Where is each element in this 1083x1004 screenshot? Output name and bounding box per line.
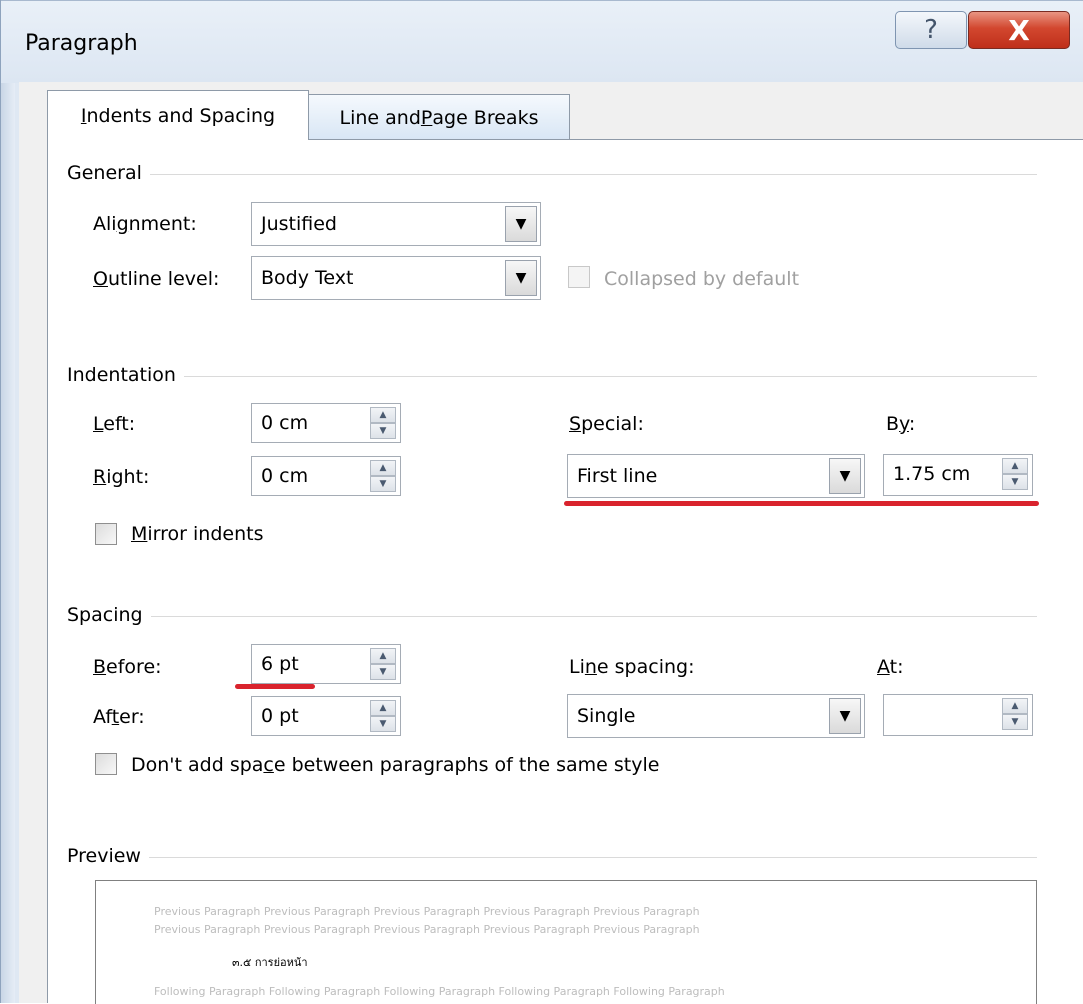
chevron-down-icon[interactable]: ▼ xyxy=(829,458,861,494)
annotation-underline xyxy=(235,684,315,689)
spin-up-icon: ▲ xyxy=(1002,458,1028,474)
preview-previous-paragraph: Previous Paragraph Previous Paragraph Pr… xyxy=(154,905,700,918)
spin-down-icon: ▼ xyxy=(370,716,396,732)
general-section-header: General xyxy=(67,162,1037,186)
close-icon: X xyxy=(1008,13,1030,47)
spin-buttons[interactable]: ▲ ▼ xyxy=(370,648,396,680)
right-indent-label: Right: xyxy=(93,466,150,488)
spin-up-icon: ▲ xyxy=(370,700,396,716)
divider xyxy=(67,174,1037,175)
spin-buttons[interactable]: ▲ ▼ xyxy=(1002,458,1028,490)
chevron-down-icon[interactable]: ▼ xyxy=(505,206,537,242)
after-label: After: xyxy=(93,706,145,728)
dont-add-space-label: Don't add space between paragraphs of th… xyxy=(131,754,660,776)
preview-following-paragraph: Following Paragraph Following Paragraph … xyxy=(154,985,725,998)
close-button[interactable]: X xyxy=(968,11,1070,49)
special-label: Special: xyxy=(569,413,644,435)
spacing-section-header: Spacing xyxy=(67,604,1037,628)
mirror-indents-checkbox[interactable] xyxy=(95,523,117,545)
preview-pane: Previous Paragraph Previous Paragraph Pr… xyxy=(95,880,1037,1004)
preview-previous-paragraph: Previous Paragraph Previous Paragraph Pr… xyxy=(154,923,700,936)
help-icon: ? xyxy=(924,15,938,45)
right-indent-spinner[interactable]: 0 cm ▲ ▼ xyxy=(251,456,401,496)
left-indent-spinner[interactable]: 0 cm ▲ ▼ xyxy=(251,403,401,443)
help-button[interactable]: ? xyxy=(895,11,967,49)
spin-down-icon: ▼ xyxy=(370,664,396,680)
paragraph-dialog: Paragraph ? X Indents and Spacing Line a… xyxy=(0,0,1083,1004)
spin-buttons[interactable]: ▲ ▼ xyxy=(370,460,396,492)
spin-buttons[interactable]: ▲ ▼ xyxy=(370,700,396,732)
line-spacing-label: Line spacing: xyxy=(569,656,695,678)
collapsed-by-default-label: Collapsed by default xyxy=(604,268,800,290)
tab-indents-and-spacing[interactable]: Indents and Spacing xyxy=(47,90,309,140)
chevron-down-icon[interactable]: ▼ xyxy=(505,260,537,296)
spin-buttons[interactable]: ▲ ▼ xyxy=(1002,698,1028,730)
tab-line-and-page-breaks[interactable]: Line and Page Breaks xyxy=(308,94,570,140)
before-label: Before: xyxy=(93,656,162,678)
at-spinner[interactable]: ▲ ▼ xyxy=(883,694,1033,736)
after-spinner[interactable]: 0 pt ▲ ▼ xyxy=(251,696,401,736)
spin-up-icon: ▲ xyxy=(1002,698,1028,714)
divider xyxy=(67,616,1037,617)
spin-down-icon: ▼ xyxy=(1002,474,1028,490)
title-bar[interactable]: Paragraph ? X xyxy=(1,0,1083,83)
spin-up-icon: ▲ xyxy=(370,460,396,476)
annotation-underline xyxy=(564,501,1039,506)
spin-buttons[interactable]: ▲ ▼ xyxy=(370,407,396,439)
window-edge xyxy=(1,0,15,1003)
alignment-label: Alignment: xyxy=(93,213,197,235)
spin-up-icon: ▲ xyxy=(370,648,396,664)
by-spinner[interactable]: 1.75 cm ▲ ▼ xyxy=(883,454,1033,496)
indentation-section-header: Indentation xyxy=(67,364,1037,388)
spin-down-icon: ▼ xyxy=(370,423,396,439)
special-select[interactable]: First line ▼ xyxy=(567,454,865,498)
left-indent-label: Left: xyxy=(93,413,136,435)
at-label: At: xyxy=(877,656,904,678)
preview-current-paragraph: ๓.๕ การย่อหน้า xyxy=(232,956,308,969)
outline-level-label: Outline level: xyxy=(93,268,220,290)
divider xyxy=(67,857,1037,858)
spin-down-icon: ▼ xyxy=(1002,714,1028,730)
alignment-select[interactable]: Justified ▼ xyxy=(251,202,541,246)
dont-add-space-checkbox[interactable] xyxy=(95,753,117,775)
before-spinner[interactable]: 6 pt ▲ ▼ xyxy=(251,644,401,684)
divider xyxy=(67,376,1037,377)
dialog-title: Paragraph xyxy=(25,31,138,56)
chevron-down-icon[interactable]: ▼ xyxy=(829,698,861,734)
collapsed-by-default-checkbox[interactable] xyxy=(568,266,590,288)
spin-down-icon: ▼ xyxy=(370,476,396,492)
line-spacing-select[interactable]: Single ▼ xyxy=(567,694,865,738)
outline-level-select[interactable]: Body Text ▼ xyxy=(251,256,541,300)
spin-up-icon: ▲ xyxy=(370,407,396,423)
preview-section-header: Preview xyxy=(67,845,1037,869)
mirror-indents-label: Mirror indents xyxy=(131,523,264,545)
by-label: By: xyxy=(886,413,916,435)
